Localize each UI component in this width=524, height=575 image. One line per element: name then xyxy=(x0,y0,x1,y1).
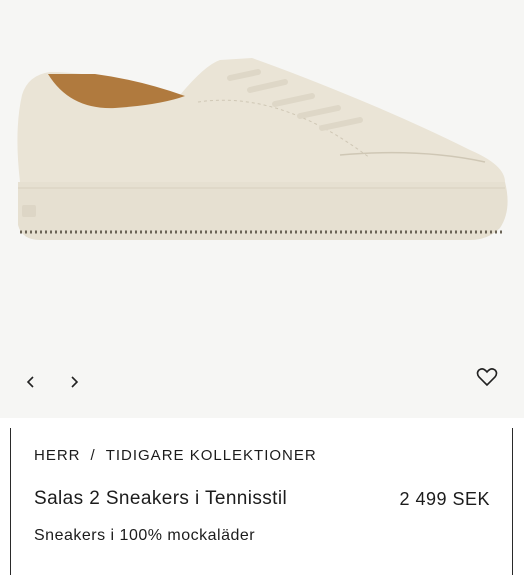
heart-icon xyxy=(476,368,498,387)
chevron-right-icon xyxy=(71,376,79,388)
favorite-button[interactable] xyxy=(472,362,502,392)
product-description: Sneakers i 100% mockaläder xyxy=(34,527,256,544)
next-image-button[interactable] xyxy=(60,368,88,396)
product-image xyxy=(17,58,508,240)
product-image-gallery xyxy=(0,0,524,418)
previous-image-button[interactable] xyxy=(17,368,45,396)
chevron-left-icon xyxy=(26,376,34,388)
breadcrumb-item-tidigare-kollektioner[interactable]: TIDIGARE KOLLEKTIONER xyxy=(106,447,317,464)
breadcrumb: HERR / TIDIGARE KOLLEKTIONER xyxy=(34,447,317,464)
breadcrumb-item-herr[interactable]: HERR xyxy=(34,447,81,464)
product-price: 2 499 SEK xyxy=(399,489,490,509)
product-info-panel: HERR / TIDIGARE KOLLEKTIONER Salas 2 Sne… xyxy=(10,428,513,575)
breadcrumb-separator: / xyxy=(90,447,96,464)
product-title: Salas 2 Sneakers i Tennisstil xyxy=(34,488,288,509)
